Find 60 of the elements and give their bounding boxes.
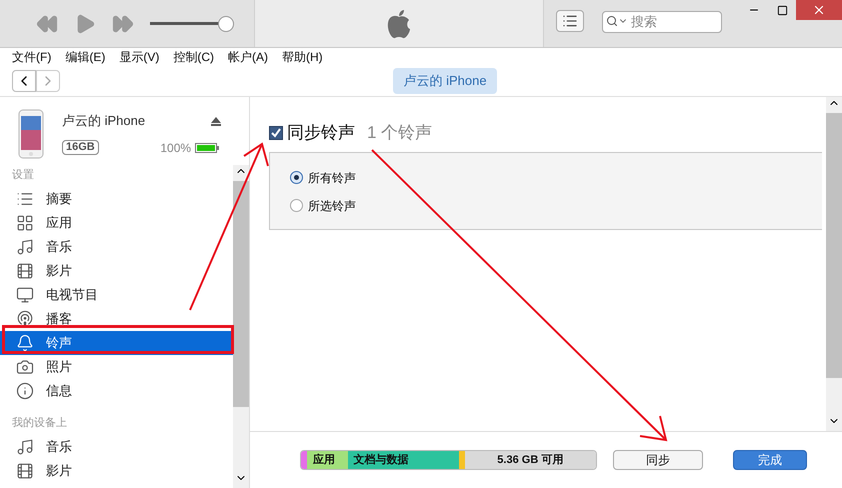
storage-segment: 应用	[307, 451, 348, 469]
menu-item[interactable]: 文件(F)	[12, 48, 52, 66]
tone-count: 1 个铃声	[367, 122, 432, 144]
close-button[interactable]	[796, 0, 842, 20]
menu-item[interactable]: 帮助(H)	[282, 48, 323, 66]
list-icon	[562, 13, 578, 29]
podcast-icon	[16, 310, 34, 328]
sync-label: 同步铃声	[287, 122, 355, 144]
tones-icon	[16, 334, 34, 352]
storage-segment: 文档与数据	[348, 451, 459, 469]
sidebar-item[interactable]: 播客	[0, 307, 234, 331]
music-icon	[16, 438, 34, 456]
summary-icon	[16, 190, 34, 208]
search-icon	[606, 15, 618, 27]
apple-logo-icon	[386, 8, 412, 38]
info-icon	[16, 382, 34, 400]
apps-icon	[16, 214, 34, 232]
scrollbar[interactable]	[233, 165, 249, 488]
scrollbar[interactable]	[826, 97, 842, 431]
sidebar-item[interactable]: 电视节目	[0, 283, 234, 307]
radio-label: 所有铃声	[308, 170, 356, 186]
movies-icon	[16, 262, 34, 280]
menu-item[interactable]: 帐户(A)	[228, 48, 268, 66]
sidebar-item[interactable]: 信息	[0, 379, 234, 403]
maximize-icon[interactable]	[776, 4, 788, 16]
capacity-badge: 16GB	[62, 140, 99, 156]
radio-button[interactable]	[290, 199, 303, 212]
done-button[interactable]: 完成	[733, 450, 807, 470]
device-name: 卢云的 iPhone	[62, 112, 146, 130]
device-tab[interactable]: 卢云的 iPhone	[393, 68, 497, 94]
eject-icon[interactable]	[211, 116, 222, 126]
sidebar-item[interactable]: 照片	[0, 355, 234, 379]
sidebar-item[interactable]: 音乐	[0, 235, 234, 259]
volume-slider[interactable]	[150, 16, 234, 32]
sidebar-item[interactable]: 摘要	[0, 187, 234, 211]
list-view-button[interactable]	[556, 10, 584, 32]
menu-item[interactable]: 编辑(E)	[65, 48, 106, 66]
sidebar-item[interactable]: 影片	[0, 259, 234, 283]
menu-item[interactable]: 显示(V)	[119, 48, 160, 66]
section-heading: 设置	[11, 168, 35, 183]
battery-icon	[195, 142, 222, 153]
close-icon	[812, 3, 826, 17]
radio-label: 所选铃声	[308, 198, 356, 214]
battery-percentage: 100%	[160, 140, 192, 157]
section-heading: 我的设备上	[11, 416, 68, 431]
menu-item[interactable]: 控制(C)	[173, 48, 214, 66]
sync-button[interactable]: 同步	[613, 450, 703, 470]
photos-icon	[16, 358, 34, 376]
sidebar-item[interactable]: 影片	[0, 459, 234, 483]
search-field[interactable]: 搜索	[602, 10, 722, 32]
radio-button[interactable]	[290, 171, 303, 184]
back-button[interactable]	[12, 70, 36, 92]
sidebar-item[interactable]: 音乐	[0, 435, 234, 459]
sidebar-item[interactable]: 应用	[0, 211, 234, 235]
phone-image-icon	[18, 109, 44, 159]
tv-icon	[16, 286, 34, 304]
music-icon	[16, 238, 34, 256]
sync-checkbox[interactable]	[269, 126, 283, 140]
storage-segment: 5.36 GB 可用	[464, 451, 596, 469]
movies-icon	[16, 462, 34, 480]
